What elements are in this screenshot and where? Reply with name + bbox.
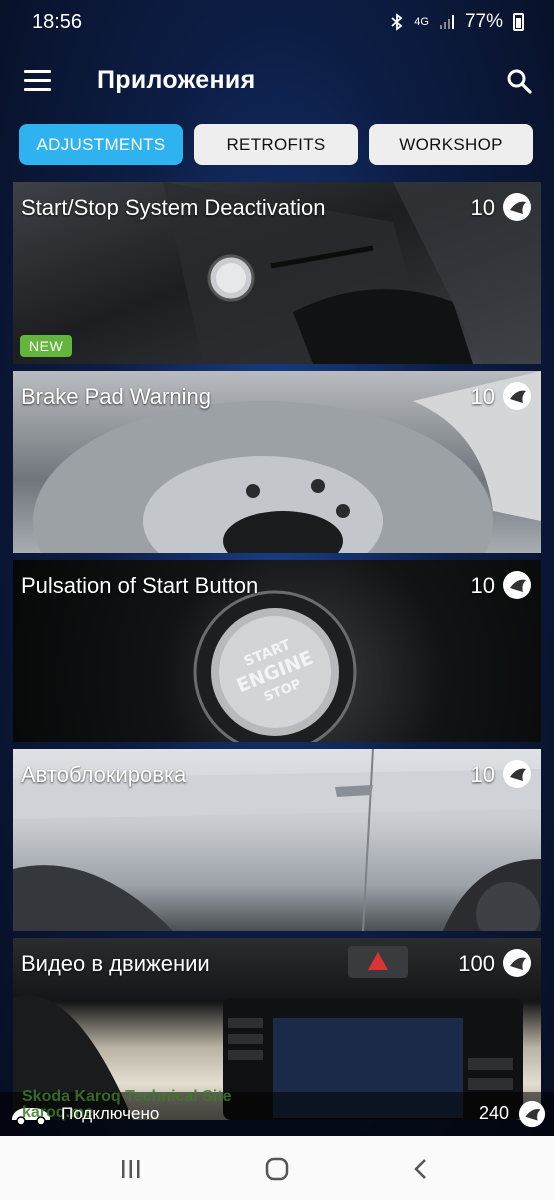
app-card-price: 100	[458, 951, 495, 976]
status-time: 18:56	[32, 10, 83, 33]
signal-icon	[439, 15, 454, 29]
hamburger-menu-icon[interactable]	[24, 70, 51, 92]
status-icons: 4G 77%	[390, 11, 524, 33]
bluetooth-icon	[391, 13, 403, 31]
tab-adjustments[interactable]: ADJUSTMENTS	[19, 124, 183, 165]
app-card-title: Brake Pad Warning	[21, 384, 211, 409]
app-card-autolock[interactable]: Автоблокировка 10	[13, 749, 541, 931]
coin-icon[interactable]	[518, 1100, 546, 1128]
coin-icon	[503, 949, 531, 977]
app-card-price: 10	[470, 762, 495, 787]
app-card-pulsation-start[interactable]: START ENGINE STOP Pulsation of Start But…	[13, 560, 541, 742]
coin-balance: 240	[478, 1103, 509, 1123]
coin-icon	[503, 760, 531, 788]
tab-retrofits[interactable]: RETROFITS	[194, 124, 358, 165]
app-card-brake-pad[interactable]: Brake Pad Warning 10	[13, 371, 541, 553]
status-bar: 18:56 4G 77%	[0, 0, 554, 44]
connection-bar: Skoda Karoq Technical Site karoq.me Подк…	[0, 1089, 554, 1136]
app-list: Start/Stop System Deactivation 10 NEW Br…	[13, 182, 541, 1127]
back-icon[interactable]	[408, 1156, 434, 1182]
app-card-start-stop[interactable]: Start/Stop System Deactivation 10 NEW	[13, 182, 541, 364]
battery-icon	[513, 13, 524, 31]
battery-percent: 77%	[464, 11, 503, 32]
app-card-title: Start/Stop System Deactivation	[21, 195, 326, 220]
category-tabs: ADJUSTMENTS RETROFITS WORKSHOP	[19, 124, 533, 165]
page-title: Приложения	[97, 66, 256, 94]
recent-apps-icon[interactable]	[118, 1156, 144, 1182]
app-card-price: 10	[470, 573, 495, 598]
app-bar: Приложения	[0, 52, 554, 112]
home-icon[interactable]	[264, 1156, 290, 1182]
new-badge: NEW	[20, 335, 73, 357]
search-icon[interactable]	[506, 68, 532, 94]
network-type: 4G	[414, 16, 429, 28]
app-card-title: Pulsation of Start Button	[21, 573, 259, 598]
app-card-title: Автоблокировка	[21, 762, 187, 787]
coin-icon	[503, 193, 531, 221]
coin-icon	[503, 382, 531, 410]
coin-icon	[503, 571, 531, 599]
app-card-title: Видео в движении	[21, 951, 210, 976]
app-card-price: 10	[470, 195, 495, 220]
tab-workshop[interactable]: WORKSHOP	[369, 124, 533, 165]
system-nav-bar	[0, 1136, 554, 1200]
app-card-price: 10	[470, 384, 495, 409]
connection-status: Подключено	[61, 1104, 160, 1123]
